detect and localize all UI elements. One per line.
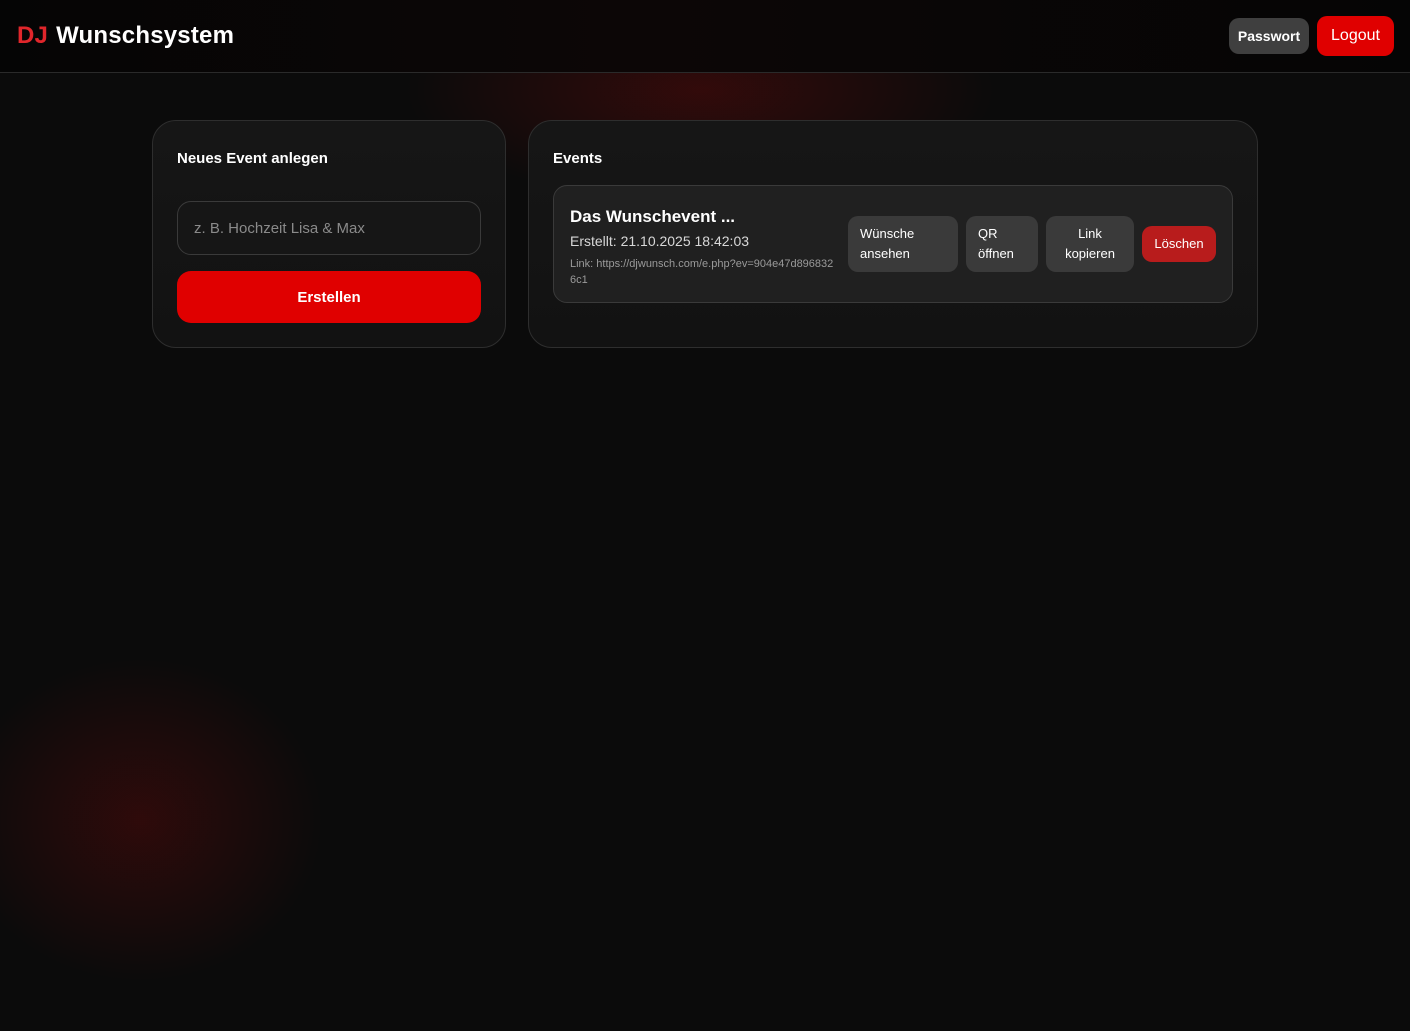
delete-event-button[interactable]: Löschen	[1142, 226, 1216, 262]
delete-event-label: Löschen	[1154, 236, 1204, 251]
view-wishes-button[interactable]: Wünsche ansehen	[848, 216, 958, 272]
event-list-item: Das Wunschevent ... Erstellt: 21.10.2025…	[553, 185, 1233, 303]
brand-name: Wunschsystem	[56, 22, 235, 49]
brand-prefix: DJ	[17, 22, 49, 49]
copy-link-button[interactable]: Link kopieren	[1046, 216, 1134, 272]
view-wishes-label: Wünsche ansehen	[860, 226, 915, 261]
event-name: Das Wunschevent ...	[570, 207, 736, 226]
logout-button[interactable]: Logout	[1317, 16, 1394, 56]
create-event-button[interactable]: Erstellen	[177, 271, 481, 323]
events-title: Events	[553, 150, 603, 167]
top-navbar: DJ Wunschsystem Passwort Logout	[0, 0, 1410, 73]
password-button[interactable]: Passwort	[1229, 18, 1309, 54]
event-link: Link: https://djwunsch.com/e.php?ev=904e…	[570, 258, 834, 286]
new-event-title: Neues Event anlegen	[177, 150, 328, 167]
copy-link-label: Link kopieren	[1065, 226, 1115, 261]
brand-logo: DJ Wunschsystem	[17, 22, 234, 50]
events-card: Events Das Wunschevent ... Erstellt: 21.…	[528, 120, 1258, 348]
open-qr-button[interactable]: QR öffnen	[966, 216, 1038, 272]
open-qr-label: QR öffnen	[978, 226, 1014, 261]
event-name-input[interactable]	[177, 201, 481, 255]
event-created-date: Erstellt: 21.10.2025 18:42:03	[570, 233, 750, 249]
new-event-card: Neues Event anlegen Erstellen	[152, 120, 506, 348]
